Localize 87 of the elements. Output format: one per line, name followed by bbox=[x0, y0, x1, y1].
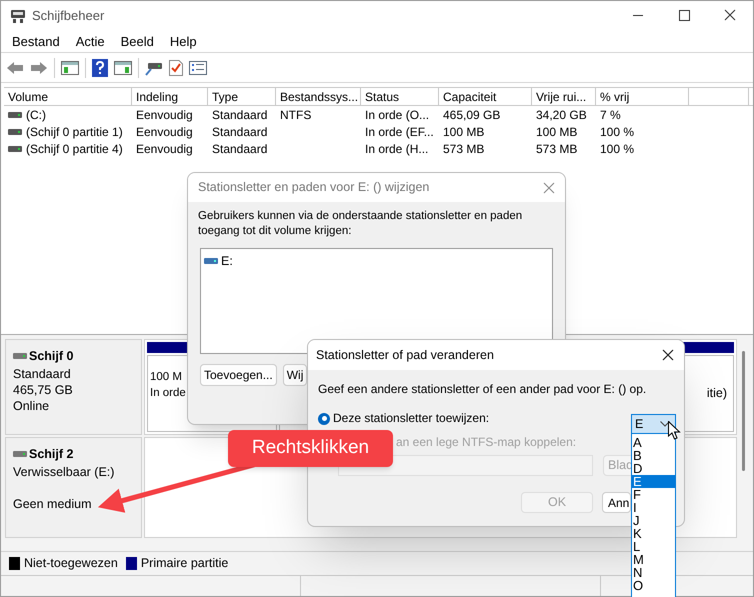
dialog-description: Geef een andere stationsletter of een ander pad voor E: () op. bbox=[318, 381, 648, 398]
checklist-icon[interactable] bbox=[169, 60, 183, 76]
column-header[interactable]: Bestandssys... bbox=[276, 88, 361, 105]
menu-item[interactable]: Help bbox=[162, 32, 205, 52]
callout-tooltip: Rechtsklikken bbox=[228, 430, 393, 467]
list-icon[interactable] bbox=[189, 60, 207, 74]
drive-icon bbox=[13, 353, 27, 360]
drive-letter-dropdown[interactable]: E bbox=[631, 414, 676, 434]
chevron-down-icon bbox=[660, 421, 670, 427]
disk-size: 465,75 GB bbox=[13, 382, 74, 398]
dropdown-option[interactable]: M bbox=[632, 553, 675, 566]
cancel-button[interactable]: Ann bbox=[602, 492, 632, 513]
column-header[interactable]: Type bbox=[208, 88, 276, 105]
help-icon[interactable] bbox=[92, 58, 108, 76]
table-cell-text: Standaard bbox=[212, 106, 268, 124]
menu-item[interactable]: Beeld bbox=[112, 32, 162, 52]
table-cell-text: 100 % bbox=[600, 140, 634, 158]
table-cell-text: 573 MB bbox=[443, 140, 484, 158]
column-header[interactable]: Volume bbox=[4, 88, 132, 105]
table-cell-text: In orde (EF... bbox=[365, 124, 434, 140]
dropdown-option[interactable]: A bbox=[632, 436, 675, 449]
table-cell-text: Eenvoudig bbox=[136, 124, 193, 140]
panel-icon[interactable] bbox=[114, 60, 132, 76]
panel-icon[interactable] bbox=[61, 60, 79, 76]
radio-label[interactable]: Deze stationsletter toewijzen: bbox=[333, 412, 490, 425]
disk-type: Verwisselbaar (E:) bbox=[13, 464, 116, 480]
table-cell-text: 465,09 GB bbox=[443, 106, 500, 124]
drive-icon bbox=[8, 146, 22, 152]
table-cell-text: (Schijf 0 partitie 4) bbox=[26, 140, 123, 158]
disk-type: Standaard bbox=[13, 366, 72, 382]
dropdown-option[interactable]: K bbox=[632, 527, 675, 540]
table-cell-text: (Schijf 0 partitie 1) bbox=[26, 124, 123, 140]
column-header[interactable]: % vrij bbox=[596, 88, 689, 105]
table-cell-text: 100 MB bbox=[536, 124, 578, 140]
menu-item[interactable]: Actie bbox=[68, 32, 113, 52]
partition-text: 100 M bbox=[150, 370, 182, 385]
disk-info-panel[interactable]: Schijf 0 Standaard 465,75 GB Online bbox=[5, 339, 142, 435]
dropdown-option[interactable]: E bbox=[632, 475, 675, 488]
table-cell-text: 100 % bbox=[600, 124, 634, 140]
window-title: Schijfbeheer bbox=[32, 7, 104, 26]
menu-item[interactable]: Bestand bbox=[4, 32, 68, 52]
close-icon[interactable] bbox=[662, 349, 674, 361]
dropdown-option[interactable]: F bbox=[632, 488, 675, 501]
table-cell-text: NTFS bbox=[280, 106, 312, 124]
disk-status: Online bbox=[13, 398, 50, 414]
drive-icon bbox=[13, 451, 27, 458]
disk-name: Schijf 2 bbox=[29, 446, 74, 463]
partition-text: In orde bbox=[150, 386, 186, 401]
disk-status: Geen medium bbox=[13, 496, 93, 512]
drive-icon bbox=[8, 128, 22, 134]
dropdown-option[interactable]: O bbox=[632, 579, 675, 592]
back-icon[interactable] bbox=[6, 60, 24, 76]
legend-label: Primaire partitie bbox=[140, 555, 228, 572]
list-item[interactable]: E: bbox=[221, 252, 233, 271]
column-header[interactable]: Vrije rui... bbox=[532, 88, 596, 105]
dialog-description: Gebruikers kunnen via de onderstaande stationsletter en paden toegang tot dit volume krijgen: bbox=[198, 209, 524, 239]
drive-icon bbox=[8, 112, 22, 118]
dialog-button[interactable]: Wij bbox=[282, 364, 308, 386]
table-cell-text: 573 MB bbox=[536, 140, 578, 158]
radio-button[interactable] bbox=[318, 412, 330, 424]
dropdown-option[interactable]: J bbox=[632, 514, 675, 527]
drive-icon bbox=[204, 258, 218, 264]
dropdown-option[interactable]: N bbox=[632, 566, 675, 579]
dialog-title: Stationsletter en paden voor E: () wijzigen bbox=[198, 179, 430, 196]
dialog-button[interactable]: Toevoegen... bbox=[200, 364, 277, 386]
table-cell-text: Standaard bbox=[212, 140, 268, 158]
disk-info-panel[interactable]: Schijf 2 Verwisselbaar (E:) Geen medium bbox=[5, 437, 142, 538]
table-cell-text: 7 % bbox=[600, 106, 621, 124]
column-header[interactable]: Indeling bbox=[132, 88, 208, 105]
table-cell-text: (C:) bbox=[26, 106, 46, 124]
column-header[interactable]: Status bbox=[361, 88, 439, 105]
drive-icon bbox=[10, 8, 26, 24]
column-header[interactable]: Capaciteit bbox=[439, 88, 532, 105]
table-cell-text: 34,20 GB bbox=[536, 106, 587, 124]
disk-name: Schijf 0 bbox=[29, 348, 74, 365]
forward-icon[interactable] bbox=[30, 60, 48, 76]
scrollbar-thumb[interactable] bbox=[742, 351, 745, 471]
legend-label: Niet-toegewezen bbox=[24, 555, 118, 572]
table-cell-text: In orde (O... bbox=[365, 106, 430, 124]
dropdown-option[interactable]: I bbox=[632, 501, 675, 514]
table-cell-text: In orde (H... bbox=[365, 140, 428, 158]
dropdown-option[interactable]: L bbox=[632, 540, 675, 553]
table-cell-text: Eenvoudig bbox=[136, 106, 193, 124]
table-cell-text: Eenvoudig bbox=[136, 140, 193, 158]
partition-text: itie) bbox=[706, 385, 727, 402]
table-cell-text: 100 MB bbox=[443, 124, 484, 140]
table-cell-text: Standaard bbox=[212, 124, 268, 140]
